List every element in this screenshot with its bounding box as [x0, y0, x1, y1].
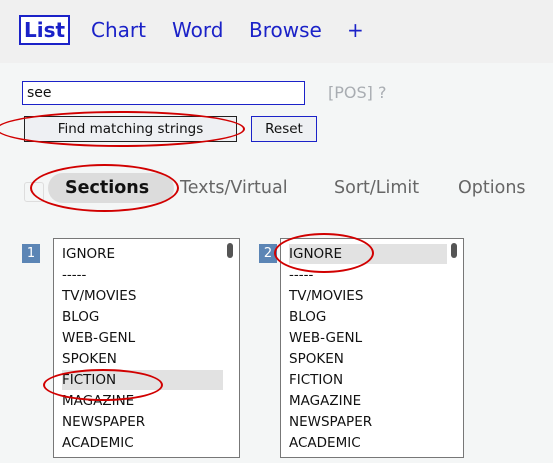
list-option[interactable]: SPOKEN — [62, 349, 223, 369]
subnav-sort-limit[interactable]: Sort/Limit — [334, 178, 419, 198]
list-option[interactable]: ACADEMIC — [62, 433, 223, 453]
tab-word[interactable]: Word — [172, 17, 223, 43]
add-tab-button[interactable]: + — [347, 17, 364, 43]
list-option[interactable]: WEB-GENL — [289, 328, 447, 348]
list-option[interactable]: BLOG — [62, 307, 223, 327]
tab-list[interactable]: List — [19, 15, 71, 45]
find-matching-strings-button[interactable]: Find matching strings — [24, 116, 237, 142]
list-option[interactable]: BLOG — [289, 307, 447, 327]
list-option[interactable]: WEB-GENL — [62, 328, 223, 348]
tab-browse[interactable]: Browse — [249, 17, 322, 43]
scrollbar-thumb[interactable] — [227, 243, 233, 258]
list-option[interactable]: TV/MOVIES — [62, 286, 223, 306]
list-option[interactable]: NEWSPAPER — [62, 412, 223, 432]
subnav-texts-virtual[interactable]: Texts/Virtual — [180, 178, 288, 198]
pos-hint-link[interactable]: [POS] ? — [328, 83, 386, 102]
subnav-sections[interactable]: Sections — [48, 173, 174, 203]
list-option[interactable]: IGNORE — [62, 244, 223, 264]
list-option[interactable]: FICTION — [62, 370, 223, 390]
subnav-sections-label: Sections — [65, 178, 150, 198]
tab-chart[interactable]: Chart — [91, 17, 146, 43]
reset-button[interactable]: Reset — [251, 116, 317, 142]
list-option[interactable]: ----- — [62, 265, 223, 285]
list-option[interactable]: SPOKEN — [289, 349, 447, 369]
section-2-badge: 2 — [259, 244, 277, 263]
scrollbar-thumb[interactable] — [451, 243, 457, 258]
home-icon[interactable] — [24, 182, 44, 202]
list-option[interactable]: IGNORE — [289, 244, 447, 264]
list-option[interactable]: MAGAZINE — [62, 391, 223, 411]
list-option[interactable]: TV/MOVIES — [289, 286, 447, 306]
section-1-listbox[interactable]: IGNORE ----- TV/MOVIES BLOG WEB-GENL SPOKEN FI… — [53, 238, 240, 458]
section-2-listbox[interactable]: IGNORE ----- TV/MOVIES BLOG WEB-GENL SPOKEN FI… — [280, 238, 464, 458]
search-input[interactable] — [22, 81, 305, 105]
section-1-badge: 1 — [22, 244, 40, 263]
list-option[interactable]: NEWSPAPER — [289, 412, 447, 432]
list-option[interactable]: MAGAZINE — [289, 391, 447, 411]
list-option[interactable]: ACADEMIC — [289, 433, 447, 453]
list-option[interactable]: ----- — [289, 265, 447, 285]
subnav-options[interactable]: Options — [458, 178, 526, 198]
list-option[interactable]: FICTION — [289, 370, 447, 390]
